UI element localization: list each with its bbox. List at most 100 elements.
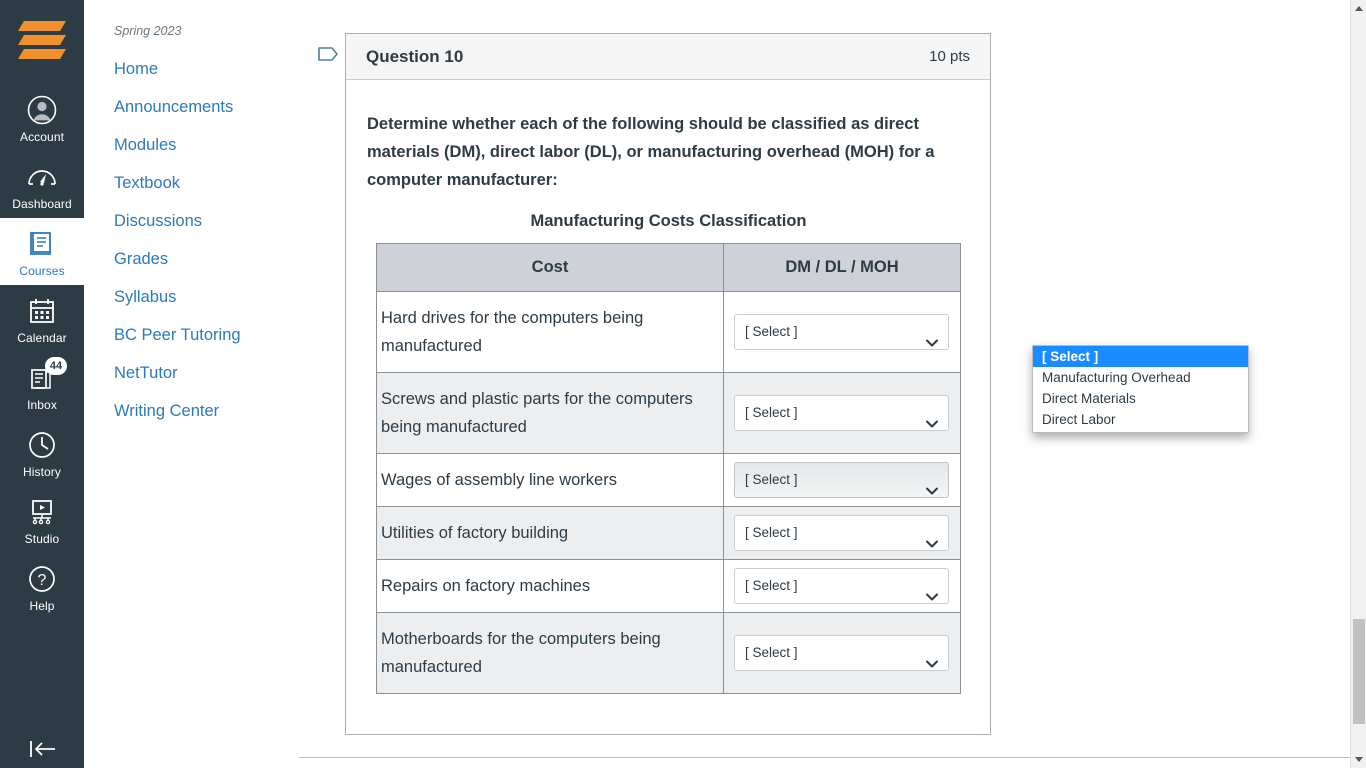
dropdown-option-select[interactable]: [ Select ] <box>1033 346 1248 367</box>
cost-label-4: Repairs on factory machines <box>376 559 724 613</box>
scroll-down-arrow-icon[interactable] <box>1351 751 1366 768</box>
global-nav-calendar[interactable]: Calendar <box>0 285 84 352</box>
answer-select-2[interactable]: [ Select ] <box>734 462 949 498</box>
global-nav-courses-label: Courses <box>19 264 65 278</box>
answer-select-3[interactable]: [ Select ] <box>734 515 949 551</box>
calendar-icon <box>25 294 59 328</box>
answer-select-3-value: [ Select ] <box>745 525 798 540</box>
table-row: Wages of assembly line workers [ Select … <box>376 453 961 507</box>
course-term-label: Spring 2023 <box>114 24 182 38</box>
answer-select-1-value: [ Select ] <box>745 405 798 420</box>
course-nav-list: Home Announcements Modules Textbook Disc… <box>84 50 299 430</box>
course-nav-item-nettutor[interactable]: NetTutor <box>84 354 299 392</box>
global-nav-account-label: Account <box>19 130 65 144</box>
global-nav-calendar-label: Calendar <box>17 331 67 345</box>
help-icon: ? <box>25 562 59 596</box>
course-nav-item-home[interactable]: Home <box>84 50 299 88</box>
column-header-answer: DM / DL / MOH <box>723 243 961 292</box>
chevron-down-icon <box>926 328 938 347</box>
dashboard-icon <box>25 160 59 194</box>
page-scrollbar[interactable] <box>1350 0 1366 768</box>
answer-cell-3: [ Select ] <box>723 506 961 560</box>
dropdown-option-direct-materials[interactable]: Direct Materials <box>1033 388 1248 409</box>
flag-icon[interactable] <box>317 44 339 66</box>
question-title: Question 10 <box>366 47 464 66</box>
global-nav-inbox[interactable]: 44 Inbox <box>0 352 84 419</box>
studio-icon <box>25 495 59 529</box>
global-nav-inbox-label: Inbox <box>27 398 57 412</box>
dropdown-option-direct-labor[interactable]: Direct Labor <box>1033 409 1248 430</box>
table-row: Hard drives for the computers being manu… <box>376 291 961 373</box>
table-caption: Manufacturing Costs Classification <box>530 212 807 230</box>
answer-select-5-value: [ Select ] <box>745 645 798 660</box>
svg-text:?: ? <box>38 572 47 589</box>
history-icon <box>25 428 59 462</box>
inbox-unread-badge: 44 <box>45 357 67 375</box>
costs-classification-table: Cost DM / DL / MOH Hard drives for the c… <box>376 243 961 694</box>
answer-select-0-dropdown[interactable]: [ Select ] Manufacturing Overhead Direct… <box>1032 345 1249 433</box>
answer-select-1[interactable]: [ Select ] <box>734 395 949 431</box>
answer-select-4[interactable]: [ Select ] <box>734 568 949 604</box>
course-nav-item-announcements[interactable]: Announcements <box>84 88 299 126</box>
course-nav-item-writing-center[interactable]: Writing Center <box>84 392 299 430</box>
chevron-down-icon <box>926 529 938 548</box>
question-body: Determine whether each of the following … <box>346 80 990 734</box>
answer-select-4-value: [ Select ] <box>745 578 798 593</box>
global-nav-history-label: History <box>22 465 62 479</box>
course-navigation: Spring 2023 Home Announcements Modules T… <box>84 0 299 768</box>
canvas-logo[interactable] <box>0 0 84 84</box>
course-nav-item-grades[interactable]: Grades <box>84 240 299 278</box>
cost-label-1: Screws and plastic parts for the compute… <box>376 372 724 454</box>
course-nav-item-modules[interactable]: Modules <box>84 126 299 164</box>
answer-cell-5: [ Select ] <box>723 612 961 694</box>
account-icon <box>25 93 59 127</box>
scroll-up-arrow-icon[interactable] <box>1351 0 1366 17</box>
course-nav-item-textbook[interactable]: Textbook <box>84 164 299 202</box>
global-navigation: Account Dashboard Courses Calendar 44 In… <box>0 0 84 768</box>
table-row: Motherboards for the computers being man… <box>376 612 961 694</box>
question-prompt: Determine whether each of the following … <box>367 115 935 189</box>
page-bottom-divider <box>299 757 1350 758</box>
question-header: Question 10 10 pts <box>346 34 990 80</box>
quiz-content: Question 10 10 pts Determine whether eac… <box>299 0 1350 768</box>
global-nav-studio-label: Studio <box>24 532 60 546</box>
question-container: Question 10 10 pts Determine whether eac… <box>345 33 991 735</box>
cost-label-5: Motherboards for the computers being man… <box>376 612 724 694</box>
cost-label-3: Utilities of factory building <box>376 506 724 560</box>
table-row: Utilities of factory building [ Select ] <box>376 506 961 560</box>
question-points: 10 pts <box>929 48 970 65</box>
global-nav-history[interactable]: History <box>0 419 84 486</box>
table-row: Screws and plastic parts for the compute… <box>376 372 961 454</box>
answer-select-5[interactable]: [ Select ] <box>734 635 949 671</box>
answer-select-0[interactable]: [ Select ] <box>734 314 949 350</box>
global-nav-help-label: Help <box>29 599 55 613</box>
answer-select-2-value: [ Select ] <box>745 472 798 487</box>
global-nav-help[interactable]: ? Help <box>0 553 84 620</box>
table-row: Repairs on factory machines [ Select ] <box>376 559 961 613</box>
chevron-down-icon <box>926 582 938 601</box>
global-nav-dashboard-label: Dashboard <box>12 197 72 211</box>
canvas-quiz-page: Account Dashboard Courses Calendar 44 In… <box>0 0 1366 768</box>
course-nav-item-bc-peer-tutoring[interactable]: BC Peer Tutoring <box>84 316 299 354</box>
global-nav-studio[interactable]: Studio <box>0 486 84 553</box>
course-nav-item-discussions[interactable]: Discussions <box>84 202 299 240</box>
chevron-down-icon <box>926 409 938 428</box>
table-header-row: Cost DM / DL / MOH <box>376 243 961 292</box>
collapse-nav-icon[interactable] <box>0 738 84 760</box>
answer-cell-4: [ Select ] <box>723 559 961 613</box>
cost-label-0: Hard drives for the computers being manu… <box>376 291 724 373</box>
scroll-thumb[interactable] <box>1353 619 1365 724</box>
course-nav-item-syllabus[interactable]: Syllabus <box>84 278 299 316</box>
courses-icon <box>25 227 59 261</box>
global-nav-account[interactable]: Account <box>0 84 84 151</box>
global-nav-courses[interactable]: Courses <box>0 218 84 285</box>
cost-label-2: Wages of assembly line workers <box>376 453 724 507</box>
dropdown-option-manufacturing-overhead[interactable]: Manufacturing Overhead <box>1033 367 1248 388</box>
answer-select-0-value: [ Select ] <box>745 324 798 339</box>
chevron-down-icon <box>926 649 938 668</box>
global-nav-dashboard[interactable]: Dashboard <box>0 151 84 218</box>
column-header-cost: Cost <box>376 243 724 292</box>
chevron-down-icon <box>926 476 938 495</box>
answer-cell-2: [ Select ] <box>723 453 961 507</box>
inbox-icon: 44 <box>25 357 67 395</box>
